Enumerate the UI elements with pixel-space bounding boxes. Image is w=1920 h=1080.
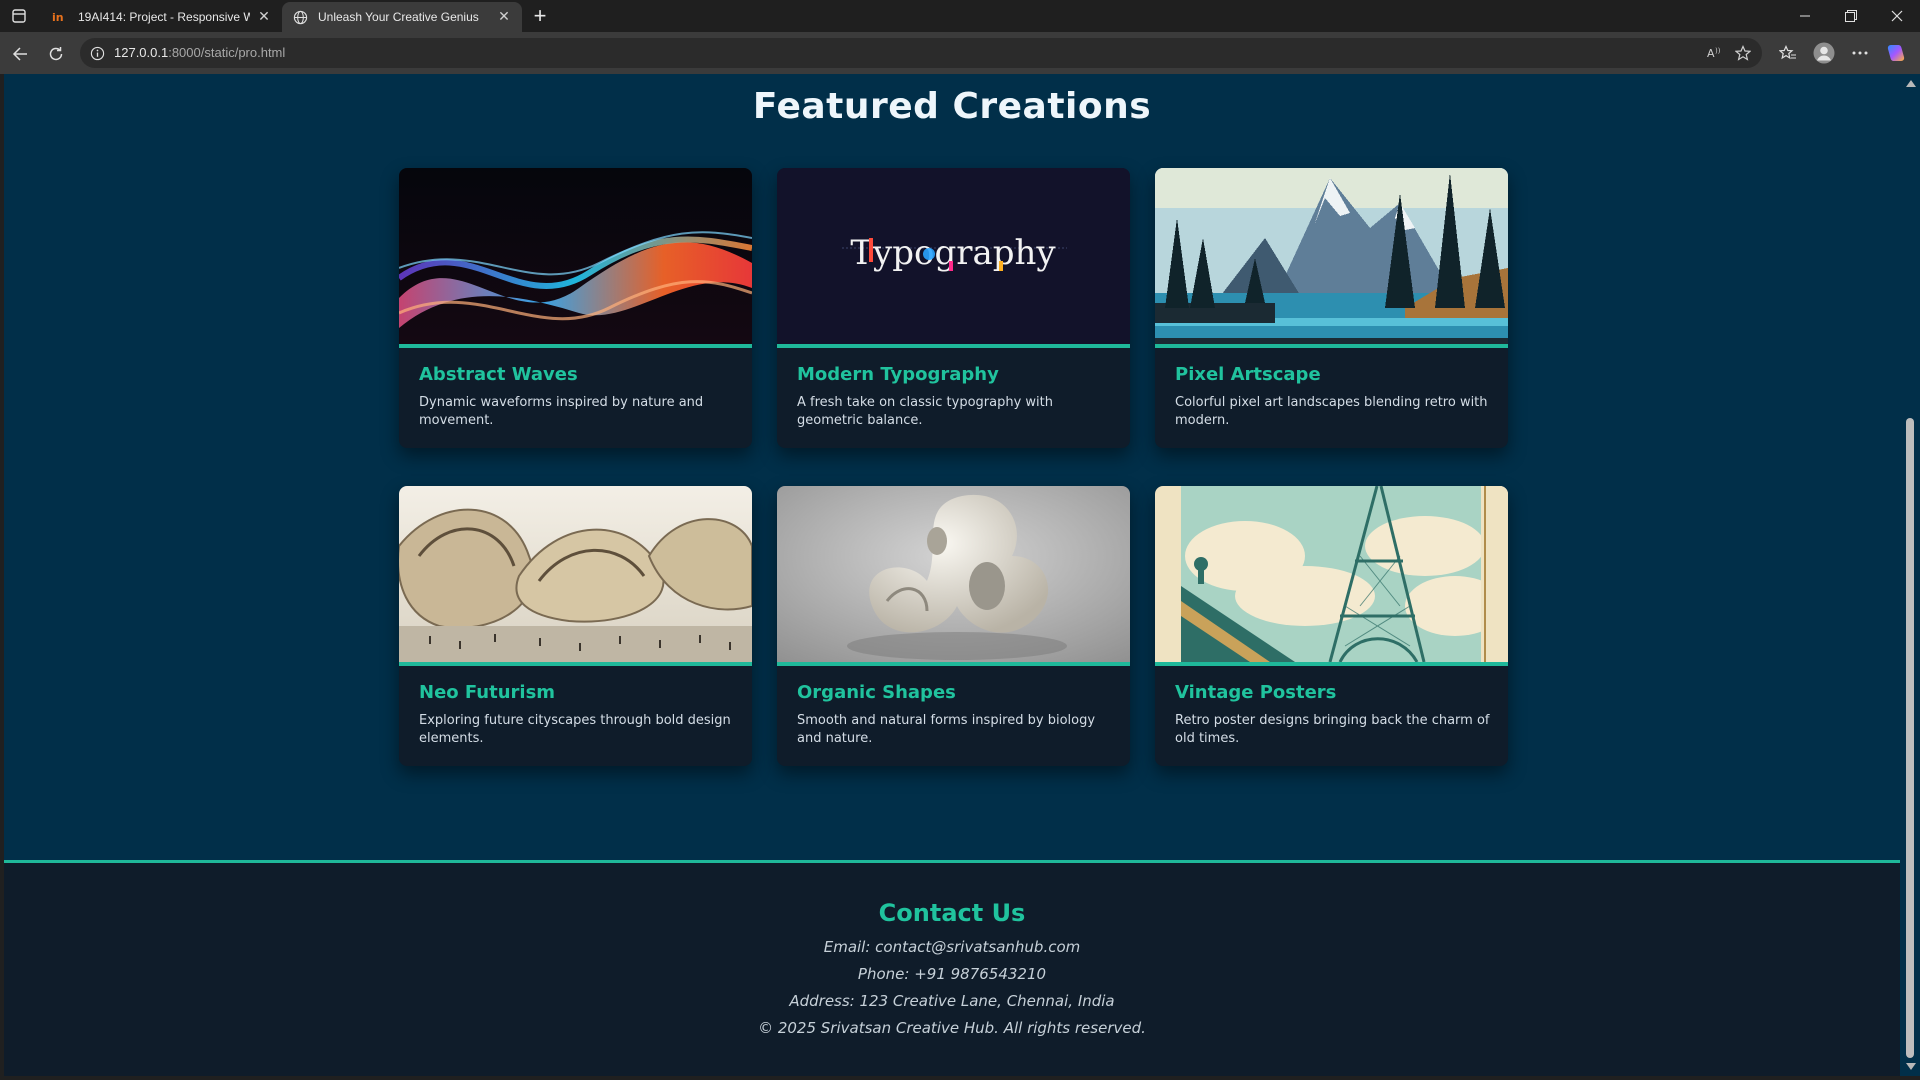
footer-copyright: © 2025 Srivatsan Creative Hub. All right…	[758, 1019, 1146, 1037]
abstract-waves-image	[399, 168, 752, 344]
close-tab-icon[interactable]: ✕	[256, 9, 272, 25]
in-logo-icon: in	[52, 9, 68, 25]
globe-icon	[292, 9, 308, 25]
url-text[interactable]: 127.0.0.1:8000/static/pro.html	[114, 45, 285, 60]
card-description: A fresh take on classic typography with …	[797, 395, 1054, 428]
tab-creative-genius[interactable]: Unleash Your Creative Genius ✕	[282, 2, 522, 32]
tab-bar: in 19AI414: Project - Responsive We ✕ Un…	[0, 0, 1920, 32]
tab-actions-icon	[12, 9, 26, 23]
close-tab-icon[interactable]: ✕	[496, 9, 512, 25]
card-neo-futurism[interactable]: Neo Futurism Exploring future cityscapes…	[399, 486, 752, 766]
svg-text:)): ))	[1715, 47, 1721, 55]
back-button[interactable]	[6, 40, 34, 68]
card-accent-bar	[777, 662, 1130, 666]
url-host: 127.0.0.1	[114, 45, 169, 60]
card-description: Colorful pixel art landscapes blending r…	[1175, 395, 1488, 428]
site-info-icon[interactable]	[88, 44, 106, 62]
card-accent-bar	[399, 662, 752, 666]
section-title: Featured Creations	[752, 86, 1152, 127]
card-title: Modern Typography	[797, 364, 999, 385]
copilot-icon[interactable]	[1882, 39, 1910, 67]
card-accent-bar	[777, 344, 1130, 348]
minimize-icon[interactable]	[1782, 0, 1828, 32]
tab-project[interactable]: in 19AI414: Project - Responsive We ✕	[42, 2, 282, 32]
more-options-icon[interactable]	[1846, 39, 1874, 67]
tab-title: 19AI414: Project - Responsive We	[78, 10, 250, 24]
footer-title: Contact Us	[878, 899, 1026, 927]
close-window-icon[interactable]	[1874, 0, 1920, 32]
card-modern-typography[interactable]: Typography Modern Typography A fresh tak…	[777, 168, 1130, 448]
navigation-bar: 127.0.0.1:8000/static/pro.html A))	[0, 32, 1920, 74]
refresh-button[interactable]	[42, 40, 70, 68]
refresh-icon	[49, 47, 63, 61]
card-title: Organic Shapes	[797, 682, 956, 703]
card-description: Dynamic waveforms inspired by nature and…	[419, 395, 704, 428]
back-arrow-icon	[12, 47, 27, 61]
card-title: Neo Futurism	[419, 682, 556, 703]
card-pixel-artscape[interactable]: Pixel Artscape Colorful pixel art landsc…	[1155, 168, 1508, 448]
profile-avatar-icon[interactable]	[1810, 39, 1838, 67]
contact-footer: Contact Us Email: contact@srivatsanhub.c…	[4, 860, 1900, 1076]
typography-image-text: Typography	[850, 233, 1056, 273]
scroll-down-arrow-icon[interactable]	[1906, 1063, 1916, 1070]
card-vintage-posters[interactable]: Vintage Posters Retro poster designs bri…	[1155, 486, 1508, 766]
scrollbar-thumb[interactable]	[1906, 418, 1914, 1058]
card-accent-bar	[1155, 344, 1508, 348]
window-controls	[1782, 0, 1920, 32]
card-organic-shapes[interactable]: Organic Shapes Smooth and natural forms …	[777, 486, 1130, 766]
favorite-star-icon[interactable]	[1732, 42, 1754, 64]
card-title: Vintage Posters	[1175, 682, 1337, 703]
scroll-up-arrow-icon[interactable]	[1906, 80, 1916, 87]
footer-email: Email: contact@srivatsanhub.com	[823, 938, 1081, 956]
pixel-mountain-image	[1155, 168, 1508, 344]
read-aloud-icon[interactable]: A))	[1704, 42, 1726, 64]
card-description: Retro poster designs bringing back the c…	[1175, 713, 1490, 746]
organic-sculpture-image	[777, 486, 1130, 662]
card-description: Smooth and natural forms inspired by bio…	[797, 713, 1096, 746]
page-scrollbar[interactable]	[1900, 74, 1920, 1076]
footer-address: Address: 123 Creative Lane, Chennai, Ind…	[789, 992, 1115, 1010]
favorites-icon[interactable]	[1774, 39, 1802, 67]
address-bar[interactable]: 127.0.0.1:8000/static/pro.html A))	[80, 38, 1762, 68]
svg-text:A: A	[1707, 47, 1715, 60]
card-accent-bar	[1155, 662, 1508, 666]
futuristic-building-image	[399, 486, 752, 662]
svg-text:in: in	[52, 11, 64, 23]
url-path: :8000/static/pro.html	[168, 45, 286, 60]
card-description: Exploring future cityscapes through bold…	[419, 713, 731, 746]
eiffel-poster-image	[1155, 486, 1508, 662]
new-tab-button[interactable]: +	[528, 3, 552, 28]
tab-title: Unleash Your Creative Genius	[318, 10, 479, 24]
restore-icon[interactable]	[1828, 0, 1874, 32]
card-title: Pixel Artscape	[1175, 364, 1321, 385]
footer-phone: Phone: +91 9876543210	[857, 965, 1047, 983]
card-abstract-waves[interactable]: Abstract Waves Dynamic waveforms inspire…	[399, 168, 752, 448]
card-title: Abstract Waves	[419, 364, 578, 385]
card-accent-bar	[399, 344, 752, 348]
typography-image: Typography	[777, 168, 1130, 344]
tab-actions-button[interactable]	[6, 4, 32, 28]
page-viewport: Featured Creations Abstract Waves Dynami…	[4, 74, 1900, 1076]
